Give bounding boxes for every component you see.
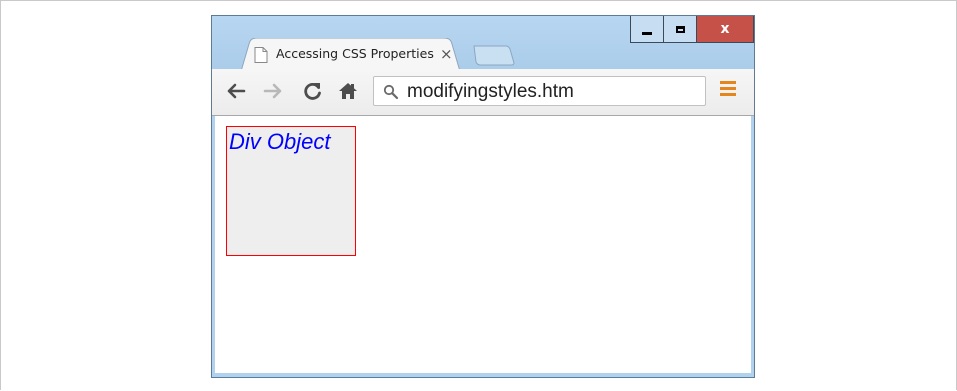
div-object-label: Div Object [229, 129, 331, 154]
hamburger-menu-button[interactable] [720, 81, 738, 101]
back-arrow-icon [227, 83, 246, 99]
back-button[interactable] [223, 78, 249, 104]
tab-title: Accessing CSS Properties [276, 46, 434, 61]
new-tab-button[interactable] [472, 44, 516, 71]
page-content: Div Object [215, 116, 751, 373]
page-icon [254, 47, 268, 63]
tab-close-icon[interactable]: × [440, 44, 453, 64]
new-tab-icon [473, 45, 515, 66]
minimize-icon [642, 31, 652, 35]
hamburger-menu-icon [720, 81, 736, 84]
close-icon: x [720, 21, 730, 37]
browser-window: Accessing CSS Properties × x modifyingst… [211, 15, 755, 378]
div-object-box: Div Object [226, 126, 356, 256]
window-controls: x [630, 16, 754, 44]
home-button[interactable] [335, 78, 361, 104]
close-window-button[interactable]: x [696, 16, 754, 43]
address-text: modifyingstyles.htm [407, 81, 574, 102]
home-icon [339, 83, 357, 99]
forward-arrow-icon [263, 83, 282, 99]
search-icon [383, 84, 399, 105]
reload-button[interactable] [300, 78, 326, 104]
reload-icon [304, 83, 321, 100]
address-bar[interactable]: modifyingstyles.htm [373, 76, 706, 106]
maximize-icon [675, 25, 685, 33]
forward-button[interactable] [260, 78, 286, 104]
maximize-button[interactable] [663, 16, 697, 43]
toolbar: modifyingstyles.htm [212, 69, 754, 116]
minimize-button[interactable] [630, 16, 664, 43]
